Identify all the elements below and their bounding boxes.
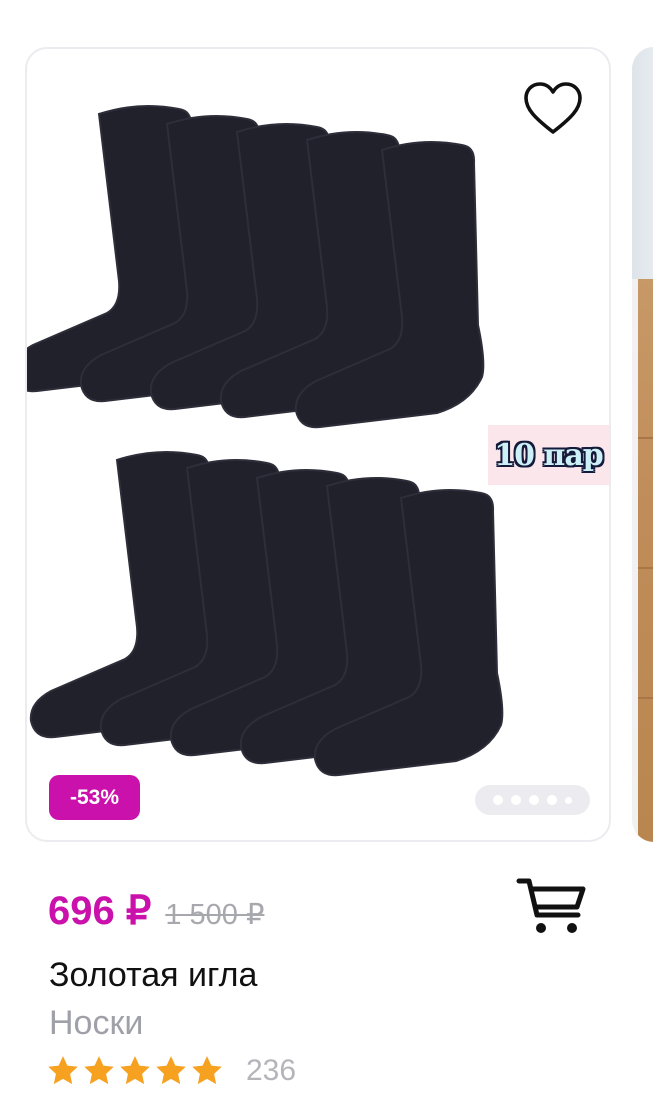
carousel-dot[interactable] <box>565 796 572 804</box>
price-row: 696 ₽ 1 500 ₽ <box>48 888 264 934</box>
favorite-button[interactable] <box>517 73 589 145</box>
old-price: 1 500 ₽ <box>165 899 265 931</box>
heart-outline-icon <box>524 82 582 134</box>
shopping-cart-icon <box>516 878 586 933</box>
current-price: 696 ₽ <box>48 889 152 933</box>
rating-stars <box>46 1054 224 1088</box>
star-icon <box>48 1056 78 1085</box>
next-product-image-top <box>632 47 653 279</box>
next-product-image-detail <box>638 437 653 439</box>
image-carousel-indicator[interactable] <box>475 785 590 815</box>
rating: 236 <box>46 1054 296 1088</box>
star-icon <box>192 1056 222 1085</box>
next-product-image-detail <box>638 697 653 699</box>
product-card[interactable]: 10 пар -53% <box>25 47 611 842</box>
pack-size-label: 10 пар <box>488 425 609 485</box>
reviews-count: 236 <box>246 1054 297 1087</box>
carousel-dot[interactable] <box>547 795 557 805</box>
product-category: Носки <box>49 1004 144 1042</box>
carousel-dot[interactable] <box>511 795 521 805</box>
discount-badge: -53% <box>49 775 140 820</box>
next-product-image-detail <box>638 567 653 569</box>
next-product-card[interactable] <box>632 47 653 842</box>
next-product-image <box>638 279 653 842</box>
carousel-dot[interactable] <box>493 795 503 805</box>
carousel-dot[interactable] <box>529 795 539 805</box>
star-icon <box>84 1056 114 1085</box>
star-icon <box>120 1056 150 1085</box>
add-to-cart-button[interactable] <box>512 872 592 940</box>
star-icon <box>156 1056 186 1085</box>
product-brand: Золотая игла <box>49 956 258 994</box>
